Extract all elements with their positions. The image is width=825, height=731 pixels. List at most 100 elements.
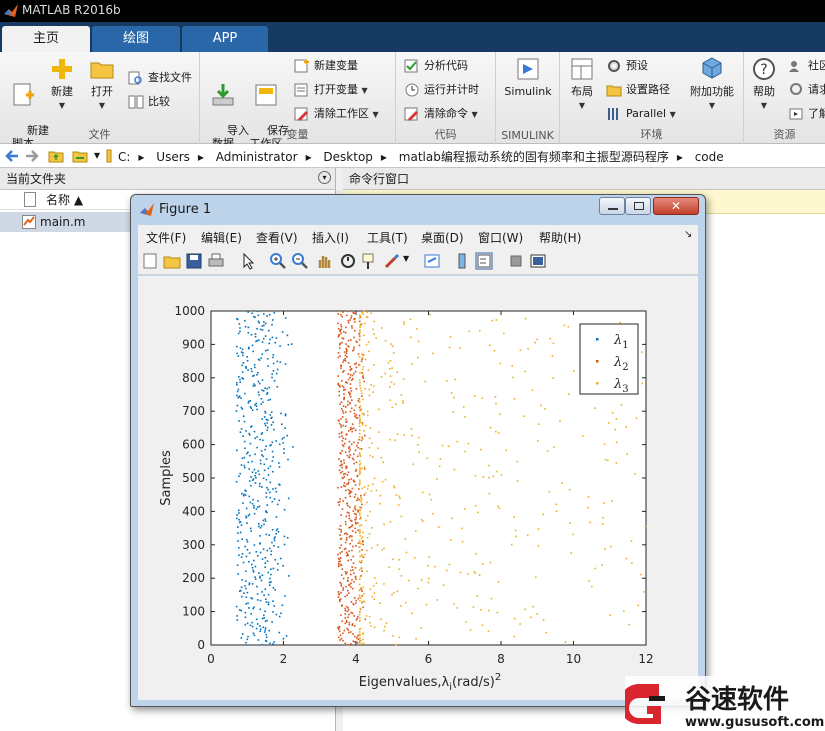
breadcrumb-item[interactable]: matlab编程振动系统的固有频率和主振型源码程序 [399,150,669,164]
data-point [238,554,240,556]
data-point [271,450,274,453]
community-button[interactable]: 社区 [788,56,825,76]
analyze-code-button[interactable]: 分析代码 [404,56,468,76]
tab-apps[interactable]: APP [182,26,268,52]
data-point [345,406,347,408]
rotate-3d-icon[interactable] [339,252,357,270]
data-point [242,415,245,417]
clear-workspace-button[interactable]: 清除工作区 ▼ [294,104,379,124]
name-column-header[interactable]: 名称 ▲ [46,190,83,210]
print-icon[interactable] [207,252,225,270]
up-folder-icon[interactable] [48,148,64,164]
resources-section-label: 资源 [773,128,796,141]
menu-insert[interactable]: 插入(I) [312,229,349,246]
clear-commands-button[interactable]: 清除命令 ▼ [404,104,478,124]
data-point [357,522,359,524]
data-point [417,356,419,359]
close-button[interactable]: ✕ [653,197,699,215]
request-support-button[interactable]: 请求 [788,80,825,100]
new-variable-button[interactable]: 新建变量 [294,56,358,76]
data-point [263,617,265,619]
preferences-button[interactable]: 预设 [606,56,648,76]
pointer-icon[interactable] [239,252,257,270]
data-point [259,328,262,331]
tab-home[interactable]: 主页 [2,26,90,52]
data-point [379,602,381,604]
data-point [350,426,352,429]
chevron-down-icon[interactable]: ▼ [403,254,409,263]
data-point [495,470,498,473]
breadcrumb-item[interactable]: Administrator [216,150,298,164]
open-file-icon[interactable] [163,252,181,270]
simulink-button[interactable]: Simulink [500,56,556,98]
set-path-button[interactable]: 设置路径 [606,80,670,100]
data-point [359,516,362,519]
compare-button[interactable]: 比较 [128,92,170,112]
breadcrumb-item[interactable]: Users [156,150,190,164]
data-point [340,463,343,466]
menu-view[interactable]: 查看(V) [256,229,298,246]
data-point [359,331,361,333]
data-point [376,544,379,546]
figure-window[interactable]: Figure 1 ✕ 文件(F) 编辑(E) 查看(V) 插入(I) 工具(T)… [130,194,706,707]
colorbar-icon[interactable] [453,252,471,270]
help-button[interactable]: ? 帮助 ▼ [748,56,780,112]
dock-arrow-icon[interactable]: ↘ [684,229,692,240]
menu-window[interactable]: 窗口(W) [478,229,523,246]
minimize-button[interactable] [599,197,625,215]
parallel-button[interactable]: Parallel ▼ [606,104,676,124]
data-point [474,504,477,507]
hide-plot-tools-icon[interactable] [507,252,525,270]
data-cursor-icon[interactable] [361,252,379,270]
data-point [362,632,364,635]
layout-button[interactable]: 布局 ▼ [566,56,598,112]
link-plot-icon[interactable] [423,252,441,270]
data-point [494,396,497,398]
data-point [349,376,351,379]
menu-desktop[interactable]: 桌面(D) [421,229,464,246]
menu-edit[interactable]: 编辑(E) [201,229,242,246]
tab-plots[interactable]: 绘图 [92,26,180,52]
menu-help[interactable]: 帮助(H) [539,229,581,246]
save-icon[interactable] [185,252,203,270]
new-button[interactable]: 新建 ▼ [46,56,78,112]
menu-tools[interactable]: 工具(T) [367,229,408,246]
data-point [555,510,558,512]
breadcrumb-item[interactable]: code [695,150,724,164]
data-point [370,312,372,315]
new-figure-icon[interactable] [141,252,159,270]
open-button[interactable]: 打开 ▼ [86,56,118,112]
browse-folder-icon[interactable] [72,148,88,164]
pan-hand-icon[interactable] [315,252,333,270]
brush-icon[interactable] [383,252,401,270]
breadcrumb-item[interactable]: Desktop [323,150,373,164]
data-point [266,486,268,489]
open-variable-button[interactable]: 打开变量 ▼ [294,80,368,100]
data-point [358,546,361,548]
zoom-in-icon[interactable] [269,252,287,270]
data-point [254,404,256,406]
breadcrumb-item[interactable]: C: [118,150,130,164]
data-point [478,574,481,576]
show-plot-tools-icon[interactable] [529,252,547,270]
maximize-button[interactable] [625,197,651,215]
back-arrow-icon[interactable] [4,148,20,164]
chevron-down-icon[interactable]: ▾ [94,148,100,162]
data-point [503,332,505,335]
legend-icon[interactable] [475,252,493,270]
data-point [245,570,247,572]
legend[interactable]: λ1λ2λ3 [579,323,639,395]
add-ons-button[interactable]: 附加功能 ▼ [686,56,738,112]
forward-arrow-icon[interactable] [24,148,40,164]
find-files-button[interactable]: 查找文件 [128,68,192,88]
data-point [354,404,357,407]
data-point [339,464,341,467]
data-point [367,414,369,417]
learn-matlab-button[interactable]: 了解 [788,104,825,124]
data-point [350,601,353,603]
menu-file[interactable]: 文件(F) [146,229,186,246]
run-and-time-button[interactable]: 运行并计时 [404,80,479,100]
zoom-out-icon[interactable] [291,252,309,270]
panel-menu-icon[interactable]: ▾ [318,171,331,184]
data-point [353,507,356,510]
